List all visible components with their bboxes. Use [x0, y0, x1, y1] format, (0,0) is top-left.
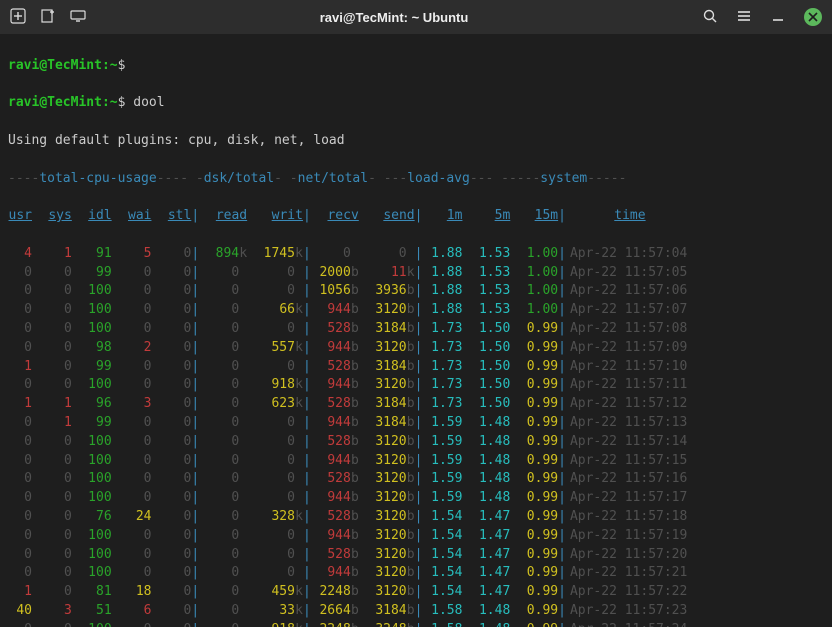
col-idl: idl: [80, 207, 112, 226]
new-window-icon[interactable]: [40, 8, 56, 27]
command: dool: [133, 95, 164, 110]
screen-icon[interactable]: [70, 8, 86, 27]
col-usr: usr: [8, 207, 32, 226]
prompt-host: TecMint: [47, 58, 102, 73]
col-1m: 1m: [422, 207, 462, 226]
titlebar-right: [702, 8, 822, 27]
table-row: 0 0 100 0 0|0 918k|944b 3120b|1.73 1.50 …: [8, 376, 824, 395]
titlebar-left: [10, 8, 86, 27]
table-row: 0 0 76 24 0|0 328k|528b 3120b|1.54 1.47 …: [8, 508, 824, 527]
table-row: 0 0 100 0 0|0 0|944b 3120b|1.59 1.48 0.9…: [8, 452, 824, 471]
table-row: 0 0 100 0 0|0 66k|944b 3120b|1.88 1.53 1…: [8, 301, 824, 320]
col-sys: sys: [40, 207, 72, 226]
table-row: 1 0 99 0 0|0 0|528b 3184b|1.73 1.50 0.99…: [8, 358, 824, 377]
search-icon[interactable]: [702, 8, 718, 27]
window-title: ravi@TecMint: ~ Ubuntu: [86, 10, 702, 25]
col-stl: stl: [159, 207, 191, 226]
table-row: 0 0 99 0 0|0 0|2000b 11k|1.88 1.53 1.00|…: [8, 264, 824, 283]
prompt-user: ravi: [8, 58, 39, 73]
col-recv: recv: [311, 207, 359, 226]
new-tab-icon[interactable]: [10, 8, 26, 27]
prompt-path: ~: [110, 58, 118, 73]
prompt-line-empty: ravi@TecMint:~$: [8, 57, 824, 76]
table-row: 0 0 100 0 0|0 0|528b 3184b|1.73 1.50 0.9…: [8, 320, 824, 339]
data-rows: 4 1 91 5 0|894k 1745k|0 0|1.88 1.53 1.00…: [8, 245, 824, 627]
table-row: 0 0 100 0 0|0 0|944b 3120b|1.54 1.47 0.9…: [8, 564, 824, 583]
table-row: 1 1 96 3 0|0 623k|528b 3184b|1.73 1.50 0…: [8, 395, 824, 414]
table-row: 0 0 100 0 0|0 918k|2248b 3248b|1.58 1.48…: [8, 621, 824, 627]
prompt-line-cmd: ravi@TecMint:~$ dool: [8, 94, 824, 113]
table-row: 0 0 100 0 0|0 0|528b 3120b|1.59 1.48 0.9…: [8, 470, 824, 489]
table-row: 0 0 100 0 0|0 0|528b 3120b|1.59 1.48 0.9…: [8, 433, 824, 452]
table-row: 0 0 100 0 0|0 0|944b 3120b|1.59 1.48 0.9…: [8, 489, 824, 508]
col-5m: 5m: [470, 207, 510, 226]
col-wai: wai: [119, 207, 151, 226]
table-row: 1 0 81 18 0|0 459k|2248b 3120b|1.54 1.47…: [8, 583, 824, 602]
table-row: 0 0 100 0 0|0 0|1056b 3936b|1.88 1.53 1.…: [8, 282, 824, 301]
table-row: 0 1 99 0 0|0 0|944b 3184b|1.59 1.48 0.99…: [8, 414, 824, 433]
menu-icon[interactable]: [736, 8, 752, 27]
col-time: time: [566, 207, 690, 226]
table-row: 4 1 91 5 0|894k 1745k|0 0|1.88 1.53 1.00…: [8, 245, 824, 264]
table-row: 0 0 100 0 0|0 0|944b 3120b|1.54 1.47 0.9…: [8, 527, 824, 546]
terminal[interactable]: ravi@TecMint:~$ ravi@TecMint:~$ dool Usi…: [0, 34, 832, 627]
plugins-msg: Using default plugins: cpu, disk, net, l…: [8, 132, 824, 151]
col-read: read: [199, 207, 247, 226]
column-header: usr sys idl wai stl|read writ|recv send|…: [8, 207, 824, 226]
titlebar: ravi@TecMint: ~ Ubuntu: [0, 0, 832, 34]
table-row: 0 0 98 2 0|0 557k|944b 3120b|1.73 1.50 0…: [8, 339, 824, 358]
col-writ: writ: [255, 207, 303, 226]
table-row: 0 0 100 0 0|0 0|528b 3120b|1.54 1.47 0.9…: [8, 546, 824, 565]
col-send: send: [367, 207, 415, 226]
minimize-icon[interactable]: [770, 8, 786, 27]
group-header: ----total-cpu-usage---- -dsk/total- -net…: [8, 170, 824, 189]
table-row: 40 3 51 6 0|0 33k|2664b 3184b|1.58 1.48 …: [8, 602, 824, 621]
close-button[interactable]: [804, 8, 822, 26]
col-15m: 15m: [518, 207, 558, 226]
